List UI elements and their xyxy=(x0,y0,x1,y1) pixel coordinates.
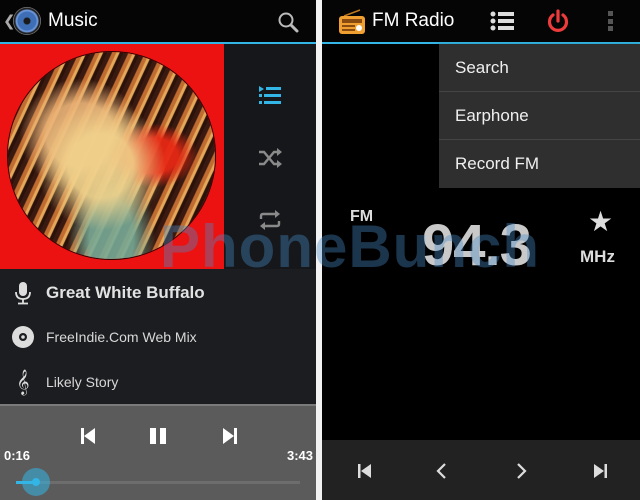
menu-item-search[interactable]: Search xyxy=(439,44,640,92)
overflow-menu-button[interactable] xyxy=(608,11,614,31)
overflow-menu: Search Earphone Record FM xyxy=(439,44,640,188)
station-list-button[interactable] xyxy=(490,11,514,31)
search-icon[interactable] xyxy=(276,10,300,34)
radio-tuning-controls xyxy=(322,440,640,500)
album-art-image xyxy=(8,52,215,259)
elapsed-time: 0:16 xyxy=(4,448,31,463)
menu-item-record-fm[interactable]: Record FM xyxy=(439,140,640,188)
artist-name: Likely Story xyxy=(46,374,119,390)
music-app-screen: ❮ Music Great White Buffalo FreeIndie.Co… xyxy=(0,0,316,500)
album-art xyxy=(0,44,224,269)
tune-down-button[interactable] xyxy=(433,462,451,480)
track-title-row: Great White Buffalo xyxy=(0,271,316,315)
band-label: FM xyxy=(350,208,374,225)
seek-bar[interactable] xyxy=(16,468,300,496)
star-icon[interactable]: ★ xyxy=(588,208,613,236)
playback-controls: 0:16 3:43 xyxy=(0,404,316,500)
music-app-icon[interactable] xyxy=(13,7,41,35)
total-duration: 3:43 xyxy=(286,448,313,463)
queue-list-icon[interactable] xyxy=(257,84,283,106)
album-name: FreeIndie.Com Web Mix xyxy=(46,329,197,345)
frequency-unit: MHz xyxy=(580,247,615,266)
album-disc-icon xyxy=(12,326,34,348)
side-tools xyxy=(224,44,316,269)
next-track-button[interactable] xyxy=(219,426,239,446)
microphone-icon xyxy=(15,282,31,305)
frequency-display: FM 94.3 ★ MHz xyxy=(322,190,640,290)
previous-track-button[interactable] xyxy=(79,426,99,446)
music-app-title: Music xyxy=(48,10,98,31)
treble-clef-icon: 𝄞 xyxy=(16,369,30,395)
radio-action-bar: FM Radio xyxy=(322,0,640,44)
album-row: FreeIndie.Com Web Mix xyxy=(0,315,316,359)
frequency-value: 94.3 xyxy=(422,213,532,278)
power-button[interactable] xyxy=(546,9,570,33)
track-info: Great White Buffalo FreeIndie.Com Web Mi… xyxy=(0,269,316,404)
radio-app-title: FM Radio xyxy=(372,10,455,31)
seek-bar-thumb[interactable] xyxy=(22,468,51,496)
menu-item-earphone[interactable]: Earphone xyxy=(439,92,640,140)
seek-next-station-button[interactable] xyxy=(591,462,609,480)
repeat-icon[interactable] xyxy=(257,209,283,231)
shuffle-icon[interactable] xyxy=(257,147,283,169)
pause-button[interactable] xyxy=(148,426,168,446)
radio-app-icon[interactable] xyxy=(338,9,366,35)
album-art-area xyxy=(0,44,316,269)
fm-radio-app-screen: FM Radio FM 94.3 ★ MHz Search Earphone R… xyxy=(322,0,640,500)
tune-up-button[interactable] xyxy=(512,462,530,480)
track-title: Great White Buffalo xyxy=(46,283,205,302)
music-action-bar: ❮ Music xyxy=(0,0,316,44)
seek-previous-station-button[interactable] xyxy=(356,462,374,480)
artist-row: 𝄞 Likely Story xyxy=(0,360,316,404)
